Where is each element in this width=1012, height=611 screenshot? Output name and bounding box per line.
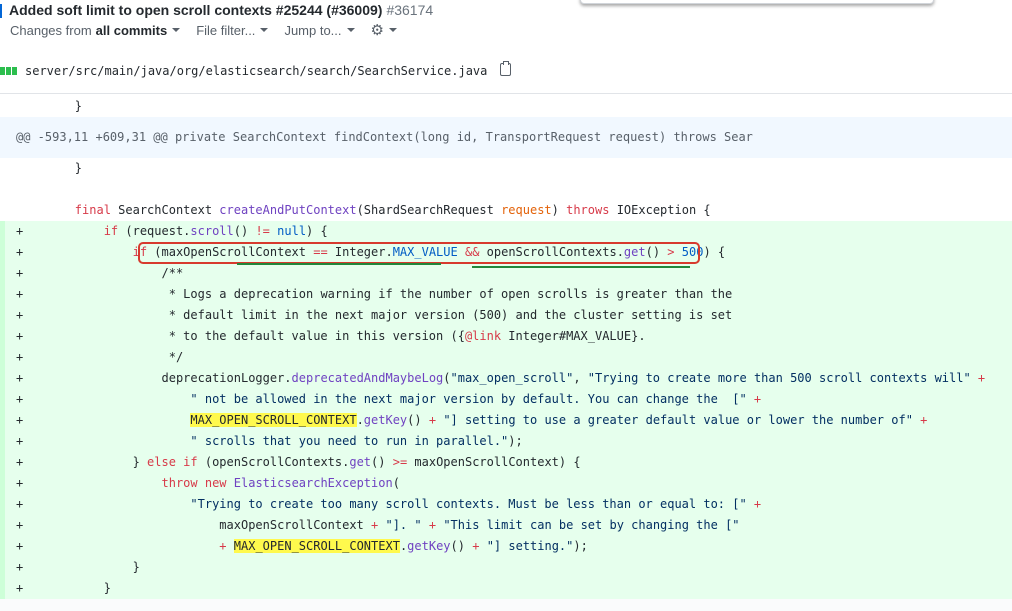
diff-line: } xyxy=(0,96,1012,117)
hunk-header[interactable]: @@ -593,11 +609,31 @@ private SearchCont… xyxy=(0,117,1012,158)
chevron-down-icon xyxy=(388,28,397,32)
diff-toolbar: Changes from all commits File filter... J… xyxy=(10,21,413,39)
diff-line-added: + + MAX_OPEN_SCROLL_CONTEXT.getKey() + "… xyxy=(0,536,1012,557)
changes-from-value: all commits xyxy=(95,22,168,38)
copy-path-icon[interactable] xyxy=(500,61,511,76)
diff-line xyxy=(0,179,1012,200)
diff-line-added: + " not be allowed in the next major ver… xyxy=(0,389,1012,410)
pr-title: Added soft limit to open scroll contexts… xyxy=(9,2,433,18)
file-filter-dropdown[interactable]: File filter... xyxy=(196,22,269,38)
diff-line-added: + * Logs a deprecation warning if the nu… xyxy=(0,284,1012,305)
diff-line-added: + } else if (openScrollContexts.get() >=… xyxy=(0,452,1012,473)
diff-line-added: + if (request.scroll() != null) { xyxy=(0,221,1012,242)
file-path[interactable]: server/src/main/java/org/elasticsearch/s… xyxy=(25,64,487,78)
diffstat-bar xyxy=(0,67,18,75)
pr-title-text: Added soft limit to open scroll contexts… xyxy=(9,2,383,18)
jump-to-dropdown[interactable]: Jump to... xyxy=(284,22,355,38)
diff-line-added: + deprecationLogger.deprecatedAndMaybeLo… xyxy=(0,368,1012,389)
dropdown-overlay xyxy=(580,0,934,4)
left-accent xyxy=(0,4,2,18)
diff-line-added: + MAX_OPEN_SCROLL_CONTEXT.getKey() + "] … xyxy=(0,410,1012,431)
diff-line-added: + maxOpenScrollContext + "]. " + "This l… xyxy=(0,515,1012,536)
diff-line-added: + throw new ElasticsearchException( xyxy=(0,473,1012,494)
chevron-down-icon xyxy=(172,28,181,32)
file-header: server/src/main/java/org/elasticsearch/s… xyxy=(0,52,1012,94)
diff-line-added: + * default limit in the next major vers… xyxy=(0,305,1012,326)
diff-line: final SearchContext createAndPutContext(… xyxy=(0,200,1012,221)
pr-header: Added soft limit to open scroll contexts… xyxy=(0,0,1012,53)
annotation-underline xyxy=(237,263,441,265)
annotation-underline xyxy=(472,266,690,268)
gear-icon: ⚙ xyxy=(370,21,384,39)
diff-line-added: + } xyxy=(0,578,1012,599)
changes-from-dropdown[interactable]: Changes from all commits xyxy=(10,22,181,38)
diff-settings-dropdown[interactable]: ⚙ xyxy=(371,23,397,38)
changes-from-label: Changes from xyxy=(10,22,92,38)
diff-footer xyxy=(0,599,1012,611)
diff-line-added: + " scrolls that you need to run in para… xyxy=(0,431,1012,452)
chevron-down-icon xyxy=(260,28,269,32)
file-filter-label: File filter... xyxy=(196,22,256,38)
diff-line-added: + } xyxy=(0,557,1012,578)
diff-table: } @@ -593,11 +609,31 @@ private SearchCo… xyxy=(0,96,1012,611)
diff-line-added: + * to the default value in this version… xyxy=(0,326,1012,347)
pr-number[interactable]: #36174 xyxy=(386,2,433,18)
jump-to-label: Jump to... xyxy=(284,22,342,38)
diff-line-added: + */ xyxy=(0,347,1012,368)
chevron-down-icon xyxy=(346,28,355,32)
diff-line-added: + if (maxOpenScrollContext == Integer.MA… xyxy=(0,242,1012,263)
diff-line-added: + "Trying to create too many scroll cont… xyxy=(0,494,1012,515)
diff-line: } xyxy=(0,158,1012,179)
